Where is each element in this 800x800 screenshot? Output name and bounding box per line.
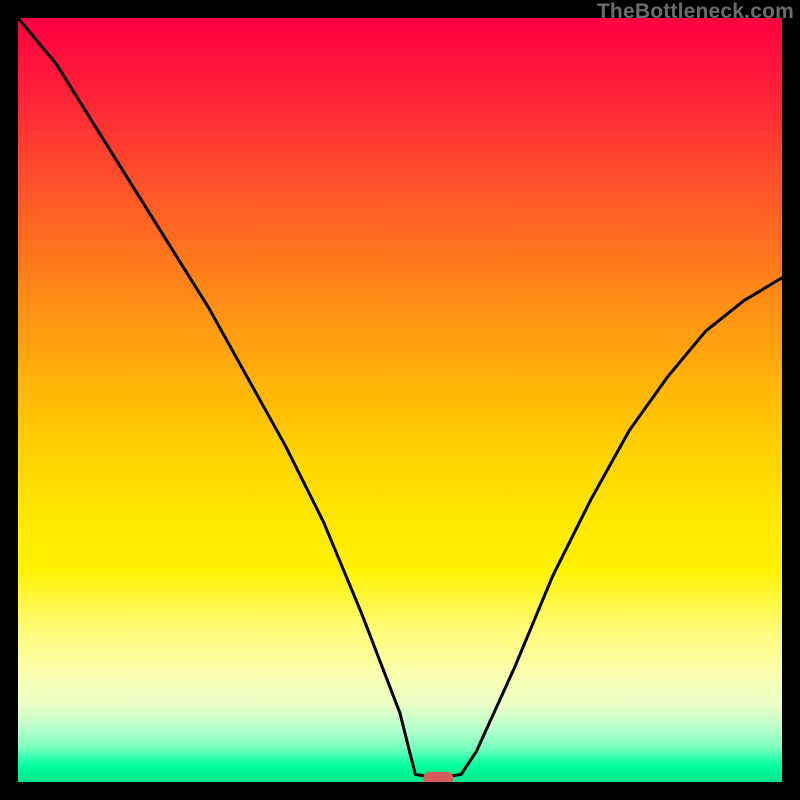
chart-canvas: TheBottleneck.com [0, 0, 800, 800]
optimal-marker [423, 772, 453, 782]
bottleneck-curve [18, 18, 782, 778]
curve-layer [18, 18, 782, 782]
attribution-label: TheBottleneck.com [597, 0, 794, 24]
plot-area [18, 18, 782, 782]
